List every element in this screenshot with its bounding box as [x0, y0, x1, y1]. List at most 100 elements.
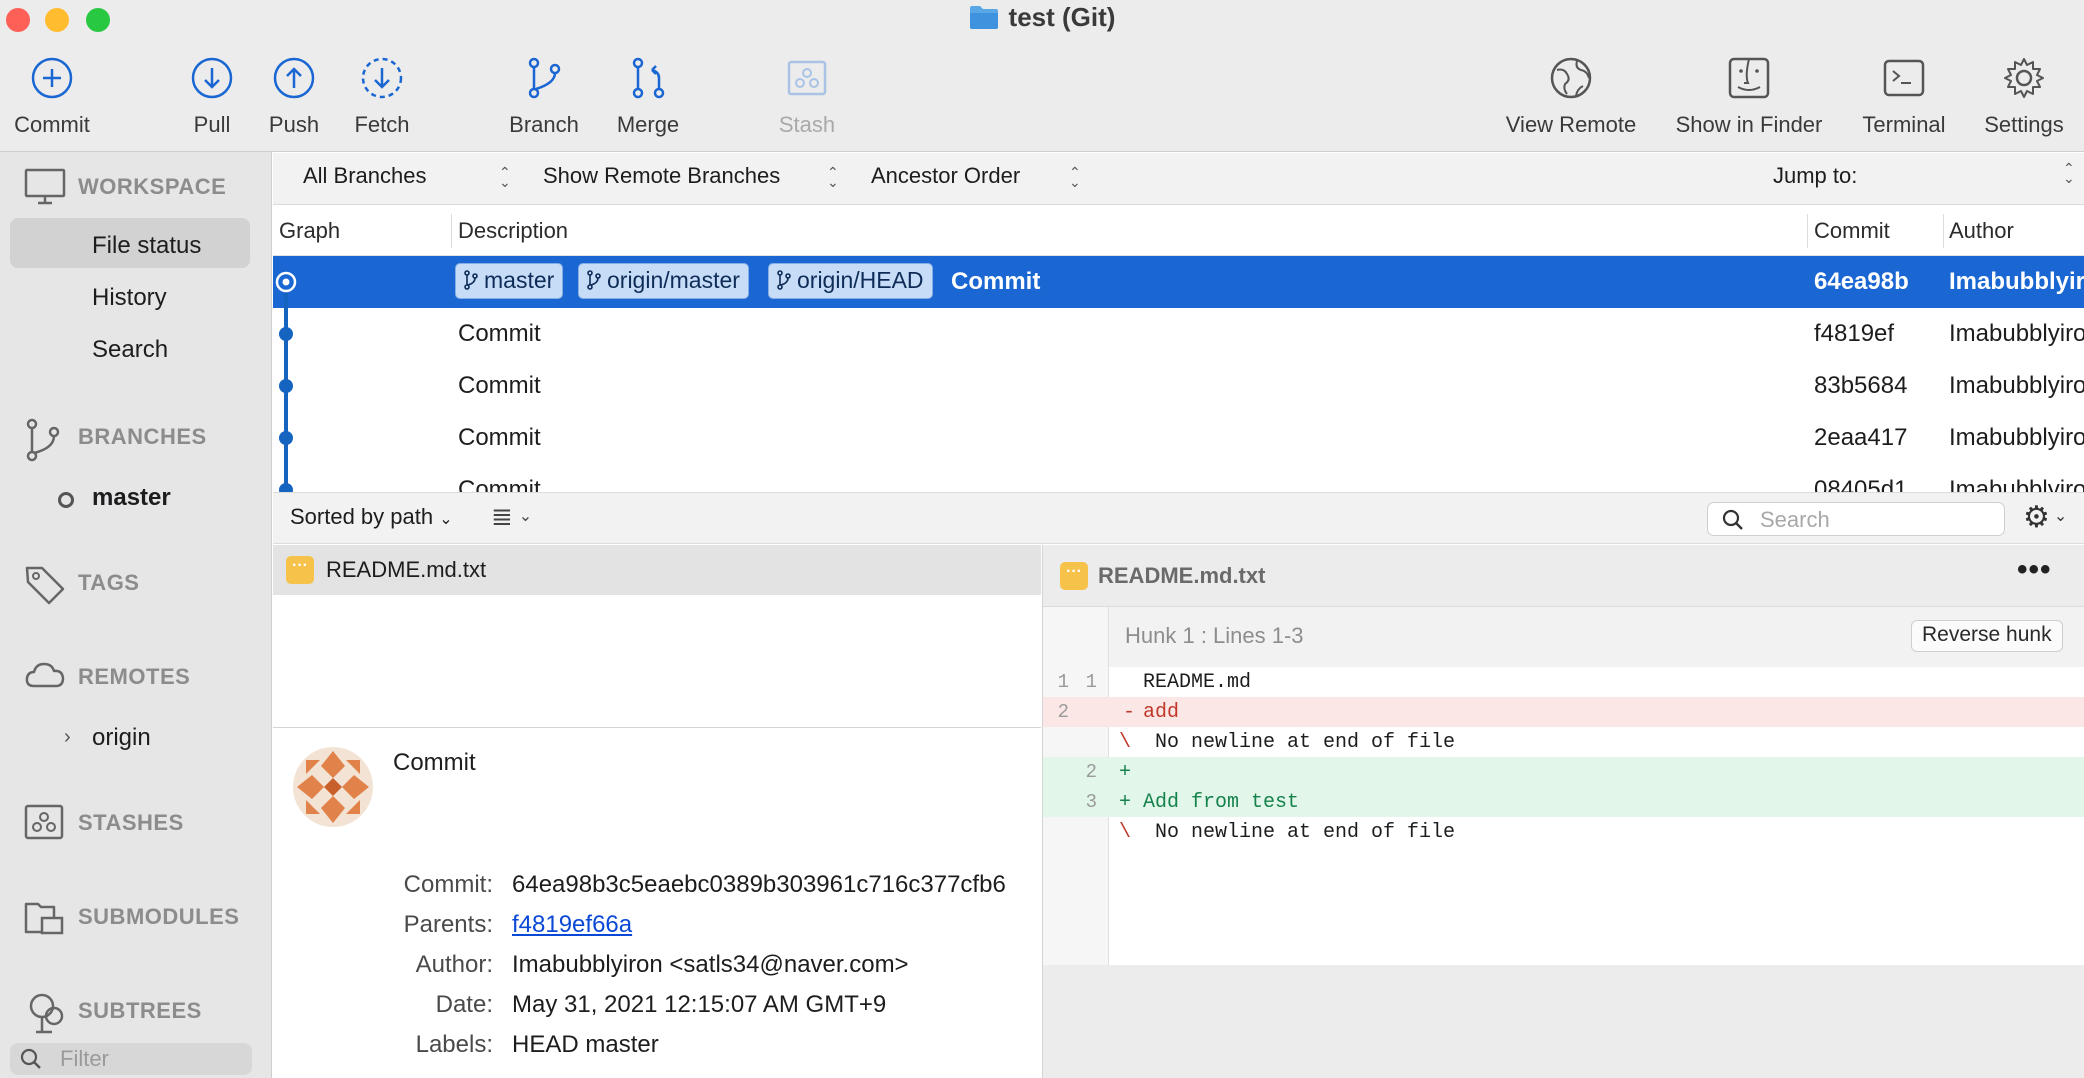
column-commit[interactable]: Commit — [1814, 218, 1890, 244]
graph-node — [279, 379, 293, 393]
sidebar-item-master[interactable]: master — [92, 484, 171, 512]
commit-row-selected[interactable]: master origin/master origin/HEAD Commit … — [273, 256, 2084, 308]
old-line-number: 1 — [1057, 671, 1069, 693]
sort-select[interactable]: Sorted by path ⌄ — [290, 504, 453, 530]
detail-label-labels: Labels: — [415, 1031, 493, 1058]
commit-author: Imabubblyiron — [1949, 320, 2084, 347]
column-separator — [1943, 214, 1944, 248]
show-in-finder-button[interactable]: Show in Finder — [1670, 56, 1828, 148]
merge-button[interactable]: Merge — [608, 56, 688, 148]
sidebar-heading-workspace: WORKSPACE — [78, 174, 227, 199]
detail-label-parents: Parents: — [403, 911, 493, 938]
detail-label-author: Author: — [415, 951, 493, 978]
commit-row[interactable]: Commit f4819ef Imabubblyiron — [273, 308, 2084, 360]
updown-chevron-icon[interactable]: ⌃ ⌄ — [2063, 161, 2075, 185]
commit-hash: 64ea98b — [1814, 268, 1909, 295]
settings-button[interactable]: Settings — [1980, 56, 2068, 148]
push-button[interactable]: Push — [262, 56, 326, 148]
sidebar-item-origin[interactable]: origin — [92, 724, 151, 752]
ellipsis-icon[interactable]: ••• — [2017, 553, 2052, 587]
file-row[interactable]: ··· README.md.txt — [273, 545, 1041, 595]
fetch-button-label: Fetch — [354, 112, 410, 137]
column-graph[interactable]: Graph — [279, 218, 340, 244]
commit-author: Imabubblyiron — [1949, 424, 2084, 451]
commit-row[interactable]: Commit 08405d1 Imabubblyiron — [273, 464, 2084, 492]
jump-to-select[interactable]: Jump to: — [1773, 163, 1857, 189]
branch-icon — [587, 269, 601, 296]
file-search-input[interactable]: Search — [1707, 502, 2005, 536]
terminal-button-label: Terminal — [1862, 112, 1946, 137]
updown-chevron-icon[interactable]: ⌃ ⌄ — [827, 165, 839, 189]
branch-badge[interactable]: origin/master — [578, 263, 749, 299]
remote-branches-select[interactable]: Show Remote Branches — [543, 163, 780, 189]
window-title: test (Git) — [0, 2, 2084, 37]
chevron-right-icon[interactable]: › — [64, 726, 71, 749]
list-view-icon[interactable]: ≣ ⌄ — [491, 501, 532, 532]
hunk-title: Hunk 1 : Lines 1-3 — [1125, 623, 1304, 648]
column-description[interactable]: Description — [458, 218, 568, 244]
graph-node — [279, 483, 293, 492]
commit-hash: 08405d1 — [1814, 476, 1908, 492]
commit-description: Commit — [458, 476, 541, 492]
cloud-icon — [24, 658, 66, 698]
diff-text: No newline at end of file — [1155, 731, 1456, 754]
commit-row[interactable]: Commit 83b5684 Imabubblyiron — [273, 360, 2084, 412]
diff-text: No newline at end of file — [1155, 821, 1456, 844]
detail-date: May 31, 2021 12:15:07 AM GMT+9 — [512, 991, 887, 1018]
sort-label: Sorted by path — [290, 504, 434, 529]
reverse-hunk-button[interactable]: Reverse hunk — [1911, 620, 2063, 652]
branch-button[interactable]: Branch — [502, 56, 586, 148]
diff-line-added: 3 + Add from test — [1043, 787, 2084, 817]
stash-button[interactable]: Stash — [772, 56, 842, 148]
diff-hunk: Hunk 1 : Lines 1-3 Reverse hunk 1 1 READ… — [1043, 607, 2084, 965]
commit-description: Commit — [951, 268, 1041, 295]
fetch-button[interactable]: Fetch — [344, 56, 420, 148]
commit-list: master origin/master origin/HEAD Commit … — [273, 256, 2084, 492]
current-branch-indicator-icon — [58, 492, 74, 508]
branch-badge-label: origin/master — [607, 267, 740, 293]
terminal-button[interactable]: Terminal — [1858, 56, 1950, 148]
commit-details: Commit Commit: 64ea98b3c5eaebc0389b30396… — [273, 729, 1041, 1078]
updown-chevron-icon[interactable]: ⌃ ⌄ — [499, 165, 511, 189]
sidebar-heading-subtrees: SUBTREES — [78, 998, 202, 1023]
commit-button[interactable]: Commit — [6, 56, 98, 148]
submodule-icon — [24, 898, 66, 942]
column-author[interactable]: Author — [1949, 218, 2014, 244]
sidebar-item-file-status[interactable]: File status — [92, 232, 201, 260]
commit-graph — [275, 271, 297, 492]
branch-badge[interactable]: master — [455, 263, 564, 299]
branch-badge[interactable]: origin/HEAD — [768, 263, 933, 299]
view-remote-button-label: View Remote — [1505, 112, 1637, 137]
order-select[interactable]: Ancestor Order — [871, 163, 1020, 189]
graph-node-head-dot — [282, 278, 290, 286]
detail-label-date: Date: — [435, 991, 493, 1018]
commit-author: Imabubblyiron — [1949, 476, 2084, 492]
parent-commit-link[interactable]: f4819ef66a — [512, 911, 632, 939]
gear-icon[interactable]: ⚙ ⌄ — [2023, 500, 2067, 535]
diff-line-deleted: 2 - add — [1043, 697, 2084, 727]
commit-author: Imabubblyiron — [1949, 268, 2084, 295]
branch-filter-select[interactable]: All Branches — [303, 163, 427, 189]
commit-row[interactable]: Commit 2eaa417 Imabubblyiron — [273, 412, 2084, 464]
commit-table-header: Graph Description Commit Author — [273, 206, 2084, 256]
sidebar-heading-remotes: REMOTES — [78, 664, 191, 689]
view-remote-button[interactable]: View Remote — [1500, 56, 1642, 148]
graph-node — [279, 327, 293, 341]
branch-badge-label: master — [484, 267, 555, 293]
sidebar-filter-input[interactable]: Filter — [10, 1043, 252, 1075]
new-line-number: 1 — [1085, 671, 1097, 693]
branch-icon — [464, 269, 478, 296]
pull-button[interactable]: Pull — [180, 56, 244, 148]
diff-marker: - — [1123, 701, 1136, 724]
search-placeholder: Search — [1760, 507, 1830, 532]
toolbar: test (Git) Commit Pull Push Fetch Branch… — [0, 0, 2084, 152]
monitor-icon — [24, 168, 66, 212]
commit-button-label: Commit — [14, 112, 90, 137]
updown-chevron-icon[interactable]: ⌃ ⌄ — [1069, 165, 1081, 189]
search-icon — [20, 1048, 42, 1075]
sidebar-item-history[interactable]: History — [92, 284, 167, 312]
detail-author: Imabubblyiron <satls34@naver.com> — [512, 951, 909, 978]
sidebar-item-search[interactable]: Search — [92, 336, 168, 364]
graph-node — [279, 431, 293, 445]
window-title-text: test (Git) — [1008, 2, 1116, 32]
